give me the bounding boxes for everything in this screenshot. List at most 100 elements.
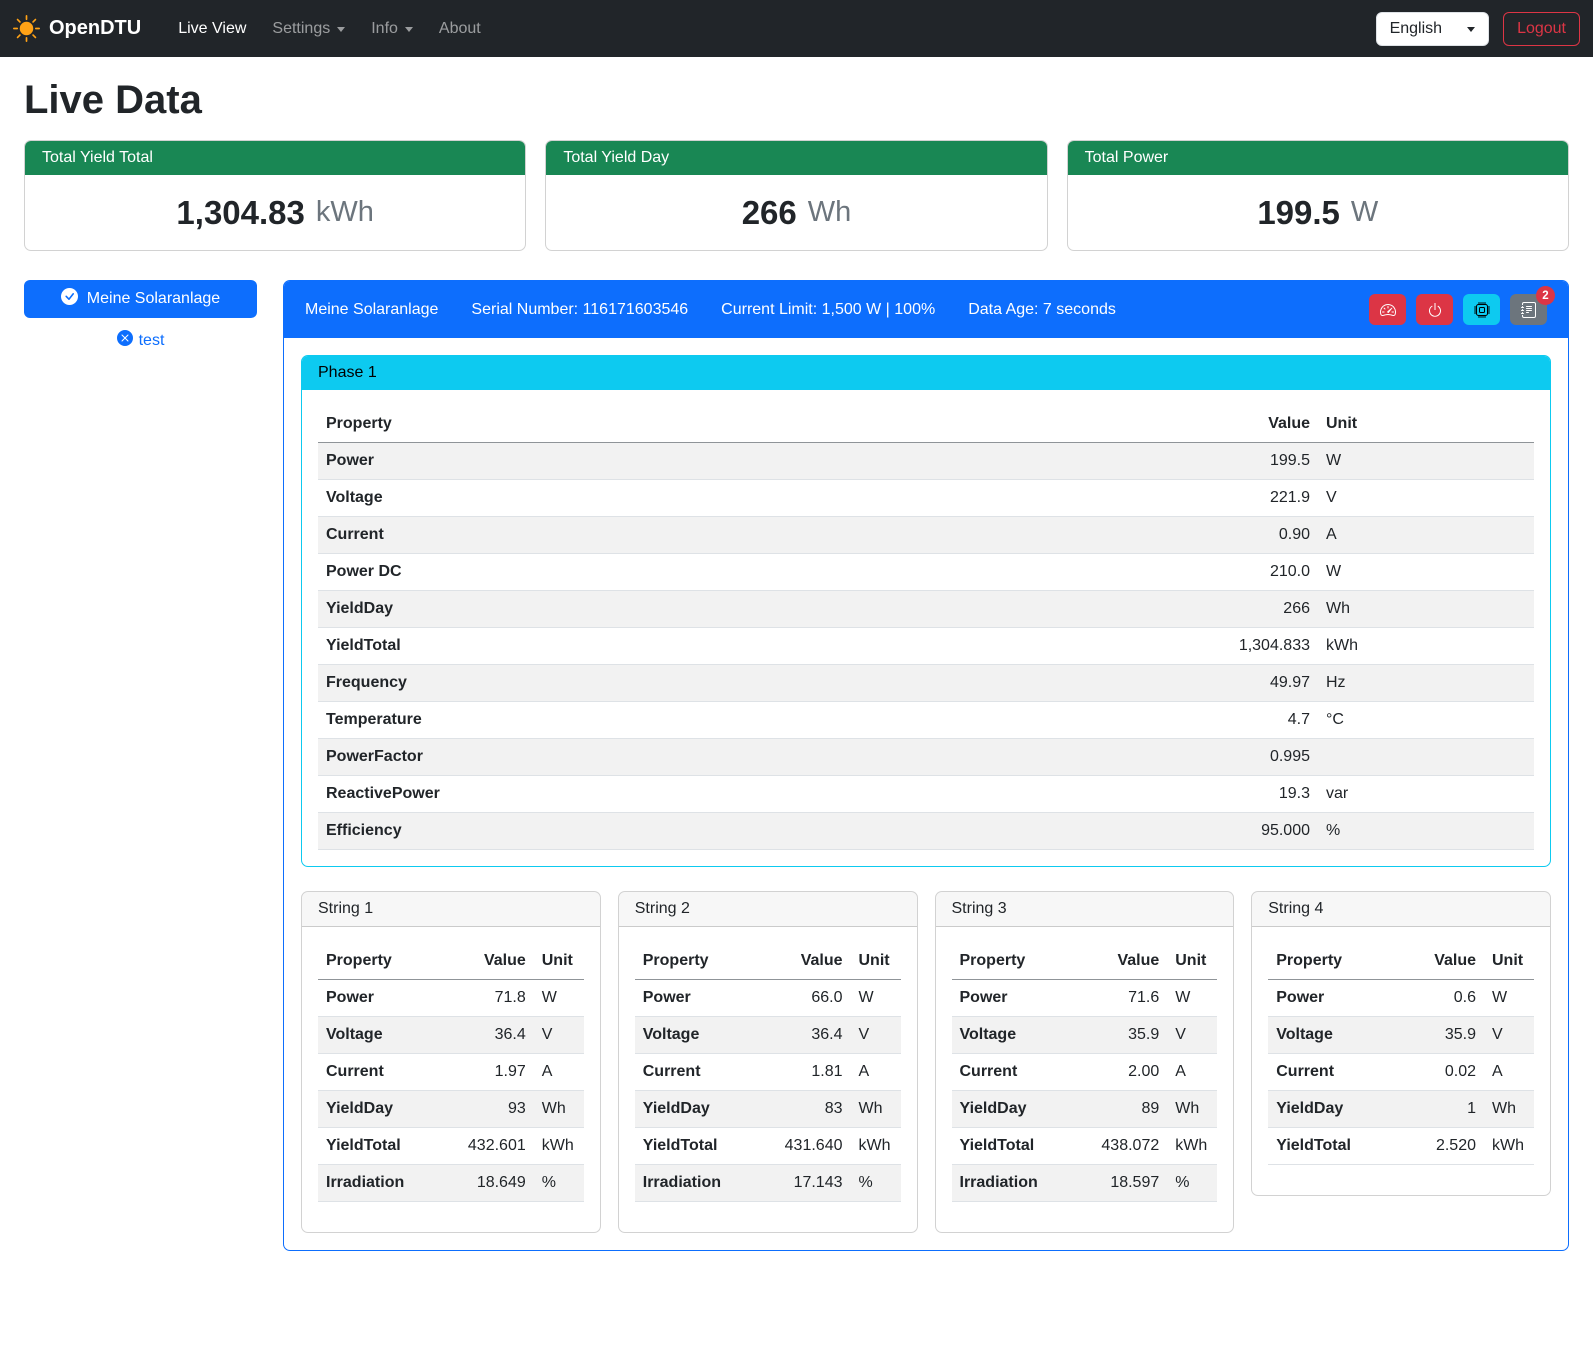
property-cell: Irradiation <box>952 1165 1080 1202</box>
table-row: Current0.02A <box>1268 1054 1534 1091</box>
table-row: Power71.6W <box>952 980 1218 1017</box>
nav-links: Live View Settings Info About <box>165 12 494 46</box>
language-select[interactable]: English <box>1376 12 1489 46</box>
cpu-icon <box>1474 302 1490 318</box>
column-header-property: Property <box>635 943 763 980</box>
property-cell: Current <box>318 517 1168 554</box>
table-row: YieldTotal438.072kWh <box>952 1128 1218 1165</box>
value-cell: 1.81 <box>763 1054 851 1091</box>
table-row: Power71.8W <box>318 980 584 1017</box>
inverter-data-age: Data Age: 7 seconds <box>968 301 1116 319</box>
nav-item-info[interactable]: Info <box>358 12 426 46</box>
value-cell: 0.02 <box>1396 1054 1484 1091</box>
inverter-limit: Current Limit: 1,500 W | 100% <box>721 301 935 319</box>
property-cell: YieldTotal <box>952 1128 1080 1165</box>
value-cell: 0.90 <box>1168 517 1318 554</box>
table-row: Current1.81A <box>635 1054 901 1091</box>
power-toggle-button[interactable] <box>1416 294 1453 325</box>
table-row: Irradiation18.649% <box>318 1165 584 1202</box>
event-link[interactable]: test <box>24 330 257 351</box>
limit-settings-button[interactable] <box>1369 294 1406 325</box>
device-info-button[interactable] <box>1463 294 1500 325</box>
event-log-button[interactable]: 2 <box>1510 294 1547 325</box>
value-cell: 18.597 <box>1079 1165 1167 1202</box>
unit-cell: Wh <box>1484 1091 1534 1128</box>
table-row: ReactivePower19.3var <box>318 776 1534 813</box>
nav-item-label: Info <box>371 20 398 38</box>
value-cell: 71.8 <box>446 980 534 1017</box>
value-cell: 19.3 <box>1168 776 1318 813</box>
string-card-body: PropertyValueUnitPower66.0WVoltage36.4VC… <box>619 927 917 1232</box>
table-header-row: PropertyValueUnit <box>952 943 1218 980</box>
table-row: Irradiation18.597% <box>952 1165 1218 1202</box>
unit-cell: % <box>1318 813 1534 850</box>
table-header-row: PropertyValueUnit <box>635 943 901 980</box>
unit-cell: V <box>1167 1017 1217 1054</box>
property-cell: YieldTotal <box>318 628 1168 665</box>
table-row: Voltage36.4V <box>635 1017 901 1054</box>
value-cell: 266 <box>1168 591 1318 628</box>
unit-cell: kWh <box>1318 628 1534 665</box>
unit-cell: W <box>851 980 901 1017</box>
navbar: OpenDTU Live View Settings Info About Engli… <box>0 0 1593 57</box>
value-cell: 83 <box>763 1091 851 1128</box>
nav-item-settings[interactable]: Settings <box>259 12 358 46</box>
inverter-select-button[interactable]: Meine Solaranlage <box>24 280 257 318</box>
string-table-body: Power0.6WVoltage35.9VCurrent0.02AYieldDa… <box>1268 980 1534 1165</box>
summary-value: 266 <box>742 194 797 232</box>
value-cell: 93 <box>446 1091 534 1128</box>
event-link-label: test <box>139 332 165 350</box>
value-cell: 0.995 <box>1168 739 1318 776</box>
value-cell: 1.97 <box>446 1054 534 1091</box>
table-row: YieldDay266Wh <box>318 591 1534 628</box>
column-header-value: Value <box>1396 943 1484 980</box>
column-header-property: Property <box>1268 943 1396 980</box>
column-header-property: Property <box>952 943 1080 980</box>
summary-card-title: Total Yield Day <box>546 141 1046 175</box>
phase-panel: Phase 1 Property Value Unit Power199.5WV… <box>301 355 1551 867</box>
table-row: Power66.0W <box>635 980 901 1017</box>
table-row: Current2.00A <box>952 1054 1218 1091</box>
unit-cell: Wh <box>1318 591 1534 628</box>
string-table-body: Power66.0WVoltage36.4VCurrent1.81AYieldD… <box>635 980 901 1202</box>
summary-card-body: 199.5W <box>1068 175 1568 250</box>
value-cell: 2.520 <box>1396 1128 1484 1165</box>
chevron-down-icon <box>337 27 345 32</box>
table-row: YieldTotal2.520kWh <box>1268 1128 1534 1165</box>
unit-cell: V <box>851 1017 901 1054</box>
nav-item-about[interactable]: About <box>426 12 494 46</box>
sidebar: Meine Solaranlage test <box>24 280 257 351</box>
value-cell: 95.000 <box>1168 813 1318 850</box>
column-header-unit: Unit <box>1484 943 1534 980</box>
sun-icon <box>13 15 40 42</box>
table-row: Current0.90A <box>318 517 1534 554</box>
nav-item-live-view[interactable]: Live View <box>165 12 259 46</box>
brand[interactable]: OpenDTU <box>13 15 141 42</box>
unit-cell: Hz <box>1318 665 1534 702</box>
unit-cell: kWh <box>1484 1128 1534 1165</box>
property-cell: Voltage <box>1268 1017 1396 1054</box>
unit-cell: W <box>1318 554 1534 591</box>
unit-cell: W <box>1318 443 1534 480</box>
property-cell: YieldDay <box>635 1091 763 1128</box>
string-card-body: PropertyValueUnitPower71.8WVoltage36.4VC… <box>302 927 600 1232</box>
value-cell: 66.0 <box>763 980 851 1017</box>
logout-button[interactable]: Logout <box>1503 12 1580 46</box>
nav-item-label: Settings <box>272 20 330 38</box>
value-cell: 0.6 <box>1396 980 1484 1017</box>
value-cell: 221.9 <box>1168 480 1318 517</box>
inverter-card-body: Phase 1 Property Value Unit Power199.5WV… <box>284 338 1568 1250</box>
value-cell: 432.601 <box>446 1128 534 1165</box>
property-cell: Power <box>318 443 1168 480</box>
value-cell: 71.6 <box>1079 980 1167 1017</box>
summary-card-title: Total Power <box>1068 141 1568 175</box>
table-row: Frequency49.97Hz <box>318 665 1534 702</box>
unit-cell: A <box>851 1054 901 1091</box>
property-cell: Power <box>318 980 446 1017</box>
string-table: PropertyValueUnitPower71.6WVoltage35.9VC… <box>952 943 1218 1202</box>
property-cell: Voltage <box>318 1017 446 1054</box>
unit-cell: A <box>1167 1054 1217 1091</box>
property-cell: YieldDay <box>1268 1091 1396 1128</box>
column-header-unit: Unit <box>1318 406 1534 443</box>
table-row: Voltage35.9V <box>952 1017 1218 1054</box>
